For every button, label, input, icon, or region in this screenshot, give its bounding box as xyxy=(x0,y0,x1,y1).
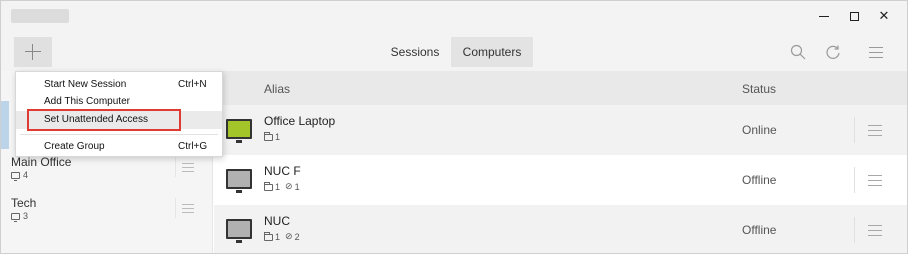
tab-sessions[interactable]: Sessions xyxy=(379,37,451,67)
row-menu-button[interactable] xyxy=(854,117,894,143)
group-count-value: 4 xyxy=(23,170,29,180)
menu-icon xyxy=(869,46,883,58)
tab-computers[interactable]: Computers xyxy=(451,37,533,67)
menu-divider xyxy=(20,134,218,135)
menu-icon xyxy=(181,203,194,213)
computer-row[interactable]: NUC F 1 ⊘ 1 Offline xyxy=(214,155,907,205)
computer-row[interactable]: NUC 1 ⊘ 2 Offline xyxy=(214,205,907,253)
menu-item-create-group[interactable]: Create Group Ctrl+G xyxy=(16,138,222,156)
folder-count: 1 xyxy=(275,132,281,142)
group-count: 4 xyxy=(11,170,29,181)
search-icon xyxy=(790,44,806,60)
menu-icon xyxy=(867,224,882,236)
computer-row[interactable]: Office Laptop 1 Online xyxy=(214,105,907,155)
computer-status: Offline xyxy=(742,223,777,237)
menu-item-label: Add This Computer xyxy=(44,96,130,107)
computer-meta: 1 xyxy=(264,132,280,142)
maximize-icon xyxy=(849,11,859,21)
menu-icon xyxy=(181,162,194,172)
column-status[interactable]: Status xyxy=(742,82,776,96)
computer-meta: 1 ⊘ 1 xyxy=(264,182,300,192)
computer-monitor-icon xyxy=(226,119,252,143)
computer-status: Offline xyxy=(742,173,777,187)
computer-status: Online xyxy=(742,123,777,137)
menu-icon xyxy=(867,174,882,186)
search-button[interactable] xyxy=(785,39,811,65)
toolbar: Sessions Computers xyxy=(1,31,907,71)
folder-icon xyxy=(264,132,273,141)
highlight-annotation xyxy=(27,109,181,131)
minimize-button[interactable] xyxy=(809,1,839,31)
folder-count: 1 xyxy=(275,182,281,192)
column-alias[interactable]: Alias xyxy=(264,82,290,96)
group-name: Tech xyxy=(11,196,37,210)
monitor-icon xyxy=(11,171,20,181)
computers-list: Alias Status Office Laptop 1 Online NUC … xyxy=(214,71,907,253)
computer-monitor-icon xyxy=(226,219,252,243)
computer-meta: 1 ⊘ 2 xyxy=(264,232,300,242)
refresh-button[interactable] xyxy=(820,39,846,65)
row-menu-button[interactable] xyxy=(854,217,894,243)
computer-alias: NUC xyxy=(264,214,290,228)
menu-item-start-new-session[interactable]: Start New Session Ctrl+N xyxy=(16,76,222,94)
group-count-value: 3 xyxy=(23,211,29,221)
tag-count: 1 xyxy=(294,182,300,192)
app-window: ✕ Sessions Computers Main Office 4 Tech … xyxy=(0,0,908,254)
tag-icon: ⊘ xyxy=(285,232,293,242)
menu-icon xyxy=(867,124,882,136)
main-menu-button[interactable] xyxy=(863,39,889,65)
menu-item-label: Create Group xyxy=(44,141,105,152)
add-button[interactable] xyxy=(14,37,52,67)
group-main-office[interactable]: Main Office 4 xyxy=(11,155,207,193)
menu-item-shortcut: Ctrl+N xyxy=(178,79,207,90)
plus-icon xyxy=(25,44,41,60)
folder-icon xyxy=(264,182,273,191)
computer-monitor-icon xyxy=(226,169,252,193)
group-menu-button[interactable] xyxy=(175,198,199,218)
refresh-icon xyxy=(826,45,840,59)
list-header: Alias Status xyxy=(214,71,907,105)
monitor-icon xyxy=(11,212,20,222)
tag-icon: ⊘ xyxy=(285,182,293,192)
group-tech[interactable]: Tech 3 xyxy=(11,196,207,234)
minimize-icon xyxy=(819,15,829,17)
title-bar: ✕ xyxy=(1,1,907,31)
menu-item-shortcut: Ctrl+G xyxy=(178,141,208,152)
group-menu-button[interactable] xyxy=(175,157,199,177)
group-name: Main Office xyxy=(11,155,72,169)
folder-icon xyxy=(264,232,273,241)
row-menu-button[interactable] xyxy=(854,167,894,193)
group-count: 3 xyxy=(11,211,29,222)
close-icon: ✕ xyxy=(878,8,890,24)
folder-count: 1 xyxy=(275,232,281,242)
menu-item-label: Start New Session xyxy=(44,79,127,90)
close-button[interactable]: ✕ xyxy=(869,1,899,31)
maximize-button[interactable] xyxy=(839,1,869,31)
selected-group-indicator xyxy=(1,101,9,149)
computer-alias: Office Laptop xyxy=(264,114,336,128)
window-title-redacted xyxy=(11,9,69,23)
tag-count: 2 xyxy=(294,232,300,242)
computer-alias: NUC F xyxy=(264,164,301,178)
